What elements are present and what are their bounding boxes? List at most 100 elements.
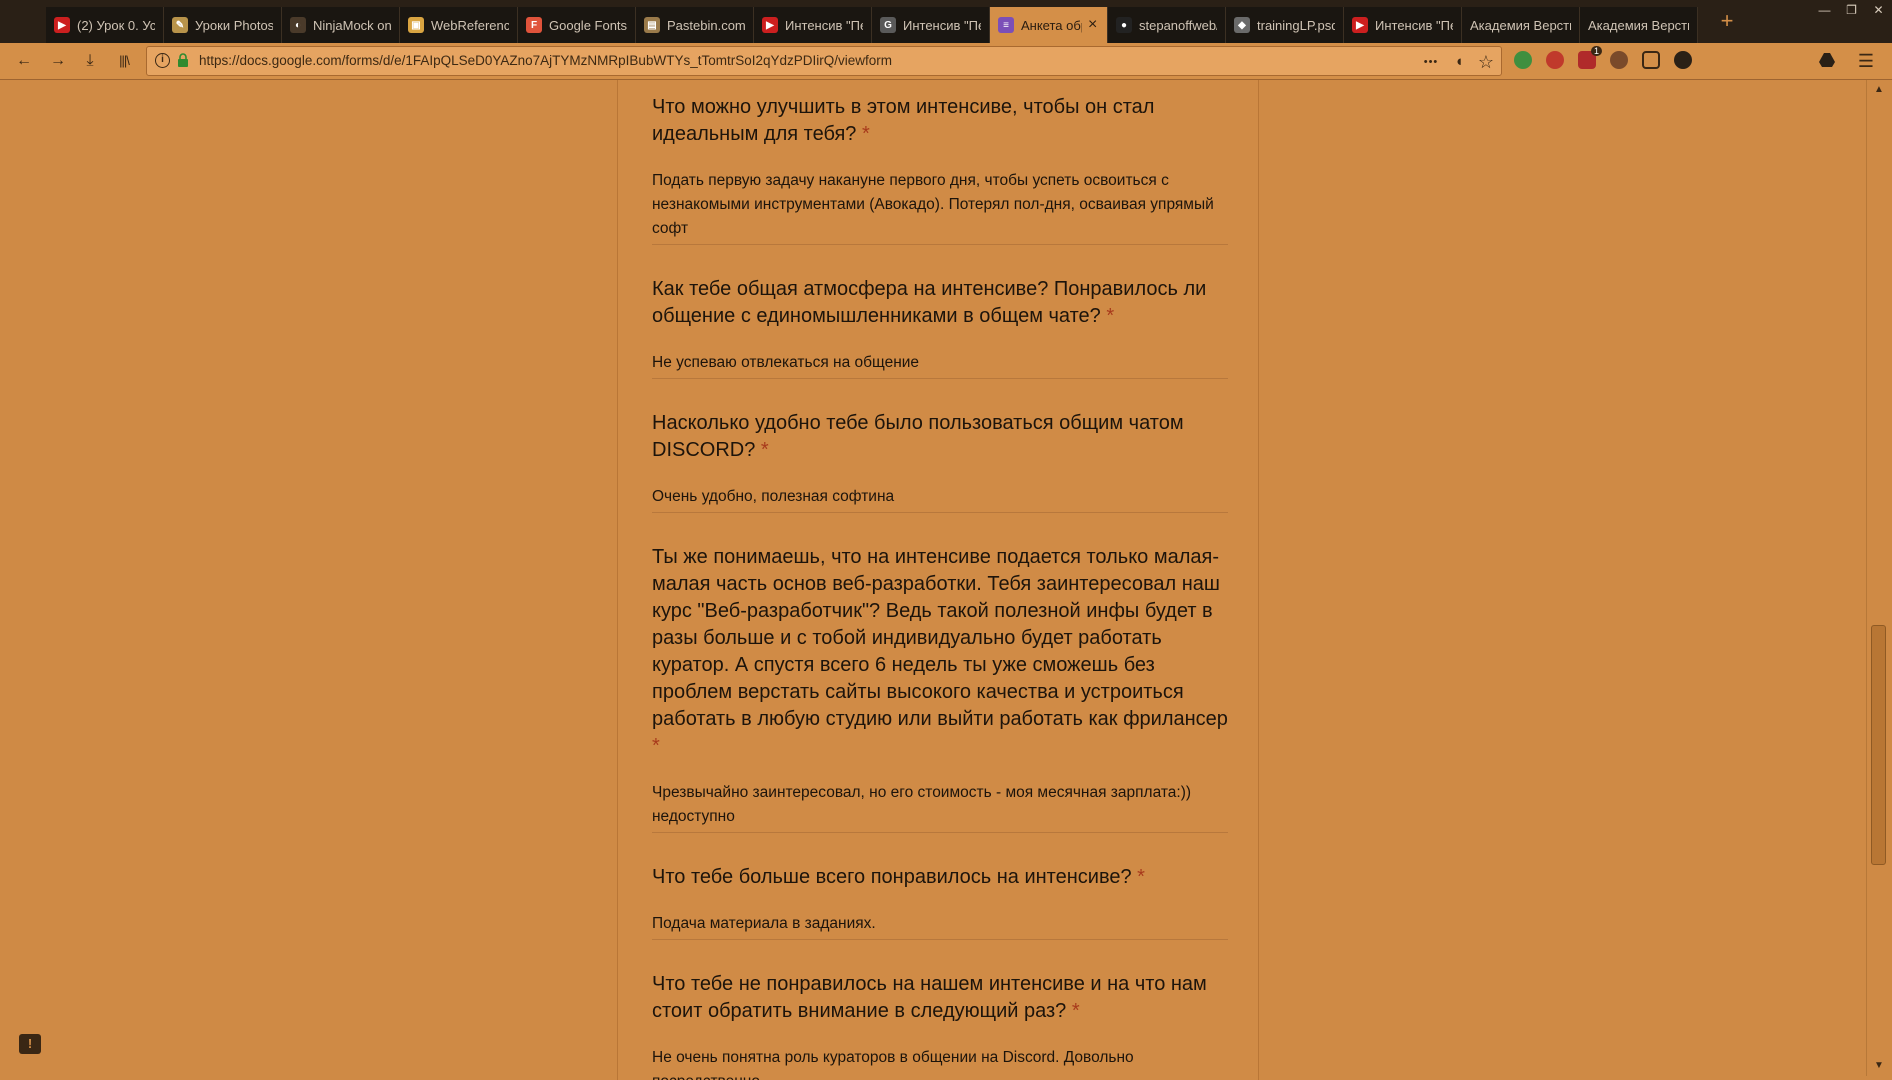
tab-label: stepanoffweb/ — [1139, 17, 1217, 33]
pastebin-icon: ▤ — [644, 17, 660, 33]
file-icon: ◆ — [1234, 17, 1250, 33]
github-icon: ● — [1116, 17, 1132, 33]
browser-tab[interactable]: ◐ NinjaMock online — [282, 7, 400, 43]
scroll-up-icon[interactable]: ▲ — [1871, 82, 1887, 98]
question-block: Что можно улучшить в этом интенсиве, что… — [652, 94, 1228, 245]
webreference-icon: ▣ — [408, 17, 424, 33]
scrollbar-thumb[interactable] — [1871, 625, 1886, 865]
browser-tab[interactable]: ◆ trainingLP.psd — [1226, 7, 1344, 43]
tab-label: Интенсив "Пе — [785, 17, 863, 33]
extension-green-icon[interactable] — [1514, 51, 1532, 69]
google-forms-icon: ≡ — [998, 17, 1014, 33]
extension-badge-icon[interactable]: 1 — [1578, 46, 1602, 69]
question-block: Что тебе не понравилось на нашем интенси… — [652, 971, 1228, 1080]
page-actions-button[interactable]: ••• — [1419, 50, 1443, 74]
required-asterisk: * — [1071, 1000, 1080, 1022]
extension-sync-icon[interactable] — [1610, 51, 1628, 69]
navigation-toolbar: ← → ⤓ |||\ i https://docs.google.com/for… — [0, 43, 1892, 80]
question-block: Ты же понимаешь, что на интенсиве подает… — [652, 544, 1228, 833]
pocket-icon[interactable]: ◖ — [1447, 50, 1471, 74]
form-card: Что можно улучшить в этом интенсиве, что… — [617, 80, 1259, 1080]
tab-label: Google Fonts — [549, 17, 627, 33]
photoshop-lessons-icon: ✎ — [172, 17, 188, 33]
required-asterisk: * — [1106, 305, 1115, 327]
required-asterisk: * — [760, 439, 769, 461]
extension-people-icon[interactable] — [1674, 51, 1692, 69]
tab-label: Академия Верстки — [1470, 17, 1571, 33]
bookmark-star-icon[interactable]: ☆ — [1474, 50, 1498, 74]
extension-badge-count: 1 — [1590, 46, 1602, 56]
question-title: Ты же понимаешь, что на интенсиве подает… — [652, 546, 1228, 757]
tab-label: NinjaMock online — [313, 17, 391, 33]
tab-label: Интенсив "Пе — [1375, 17, 1453, 33]
browser-tab[interactable]: F Google Fonts — [518, 7, 636, 43]
browser-tab[interactable]: ● stepanoffweb/ — [1108, 7, 1226, 43]
tab-label: Анкета обр — [1021, 17, 1083, 33]
browser-tab[interactable]: ▤ Pastebin.com — [636, 7, 754, 43]
answer-field[interactable]: Чрезвычайно заинтересовал, но его стоимо… — [652, 781, 1228, 833]
answer-field[interactable]: Подача материала в заданиях. — [652, 912, 1228, 940]
tab-label: WebReference — [431, 17, 509, 33]
answer-field[interactable]: Не очень понятна роль кураторов в общени… — [652, 1046, 1228, 1080]
tab-label: Интенсив "Пе — [903, 17, 981, 33]
youtube-icon: ▶ — [762, 17, 778, 33]
back-button[interactable]: ← — [10, 47, 38, 75]
extension-red-icon[interactable] — [1546, 51, 1564, 69]
google-fonts-icon: F — [526, 17, 542, 33]
site-info-icon[interactable]: i — [155, 53, 170, 68]
required-asterisk: * — [862, 123, 870, 145]
tab-label: Уроки Photoshop — [195, 17, 273, 33]
question-block: Насколько удобно тебе было пользоваться … — [652, 410, 1228, 513]
gc-icon: G — [880, 17, 896, 33]
window-controls: — ❐ ✕ — [1811, 0, 1892, 22]
google-drive-icon[interactable] — [1818, 51, 1836, 69]
tab-list: ▶ (2) Урок 0. Устан ✎ Уроки Photoshop ◐ Ninja… — [46, 7, 1698, 43]
question-title: Что тебе не понравилось на нашем интенси… — [652, 973, 1207, 1022]
menu-button[interactable]: ☰ — [1852, 47, 1880, 75]
scroll-down-icon[interactable]: ▼ — [1871, 1058, 1887, 1074]
url-bar[interactable]: i https://docs.google.com/forms/d/e/1FAI… — [146, 46, 1502, 76]
vertical-scrollbar[interactable]: ▲ ▼ — [1866, 80, 1890, 1076]
youtube-icon: ▶ — [1352, 17, 1368, 33]
browser-tab[interactable]: Академия Верстки — [1580, 7, 1698, 43]
question-title: Насколько удобно тебе было пользоваться … — [652, 412, 1184, 461]
browser-tab[interactable]: Академия Верстки — [1462, 7, 1580, 43]
tab-label: Pastebin.com — [667, 17, 745, 33]
youtube-icon: ▶ — [54, 17, 70, 33]
ninjamock-icon: ◐ — [290, 17, 306, 33]
answer-field[interactable]: Не успеваю отвлекаться на общение — [652, 351, 1228, 379]
downloads-button[interactable]: ⤓ — [76, 47, 104, 75]
browser-tab[interactable]: G Интенсив "Пе — [872, 7, 990, 43]
browser-tab[interactable]: ▶ Интенсив "Пе — [1344, 7, 1462, 43]
sidebar-icon[interactable] — [1642, 51, 1660, 69]
required-asterisk: * — [652, 735, 660, 757]
answer-field[interactable]: Подать первую задачу накануне первого дн… — [652, 169, 1228, 245]
tab-label: Академия Верстки — [1588, 17, 1689, 33]
question-title: Что тебе больше всего понравилось на инт… — [652, 866, 1145, 888]
new-tab-button[interactable]: + — [1714, 8, 1740, 34]
library-button[interactable]: |||\ — [110, 47, 138, 75]
answer-field[interactable]: Очень удобно, полезная софтина — [652, 485, 1228, 513]
tab-label: trainingLP.psd — [1257, 17, 1335, 33]
lock-icon — [178, 53, 188, 67]
browser-tab[interactable]: ▶ Интенсив "Пе — [754, 7, 872, 43]
maximize-button[interactable]: ❐ — [1838, 0, 1865, 20]
question-title: Что можно улучшить в этом интенсиве, что… — [652, 96, 1155, 145]
browser-tab[interactable]: ✎ Уроки Photoshop — [164, 7, 282, 43]
question-block: Как тебе общая атмосфера на интенсиве? П… — [652, 276, 1228, 379]
tab-strip: ▶ (2) Урок 0. Устан ✎ Уроки Photoshop ◐ Ninja… — [0, 0, 1892, 43]
page-content: Что можно улучшить в этом интенсиве, что… — [0, 80, 1892, 1080]
browser-tab[interactable]: ▶ (2) Урок 0. Устан — [46, 7, 164, 43]
forward-button[interactable]: → — [44, 47, 72, 75]
browser-tab[interactable]: ▣ WebReference — [400, 7, 518, 43]
tab-label: (2) Урок 0. Устан — [77, 17, 155, 33]
question-block: Что тебе больше всего понравилось на инт… — [652, 864, 1228, 940]
feedback-icon[interactable]: ! — [19, 1034, 41, 1054]
tab-active[interactable]: ≡ Анкета обр × — [990, 7, 1108, 43]
tab-close-icon[interactable]: × — [1086, 17, 1099, 33]
question-title: Как тебе общая атмосфера на интенсиве? П… — [652, 278, 1207, 327]
close-window-button[interactable]: ✕ — [1865, 0, 1892, 20]
required-asterisk: * — [1137, 866, 1145, 888]
url-text[interactable]: https://docs.google.com/forms/d/e/1FAIpQ… — [199, 53, 892, 68]
minimize-button[interactable]: — — [1811, 0, 1838, 20]
